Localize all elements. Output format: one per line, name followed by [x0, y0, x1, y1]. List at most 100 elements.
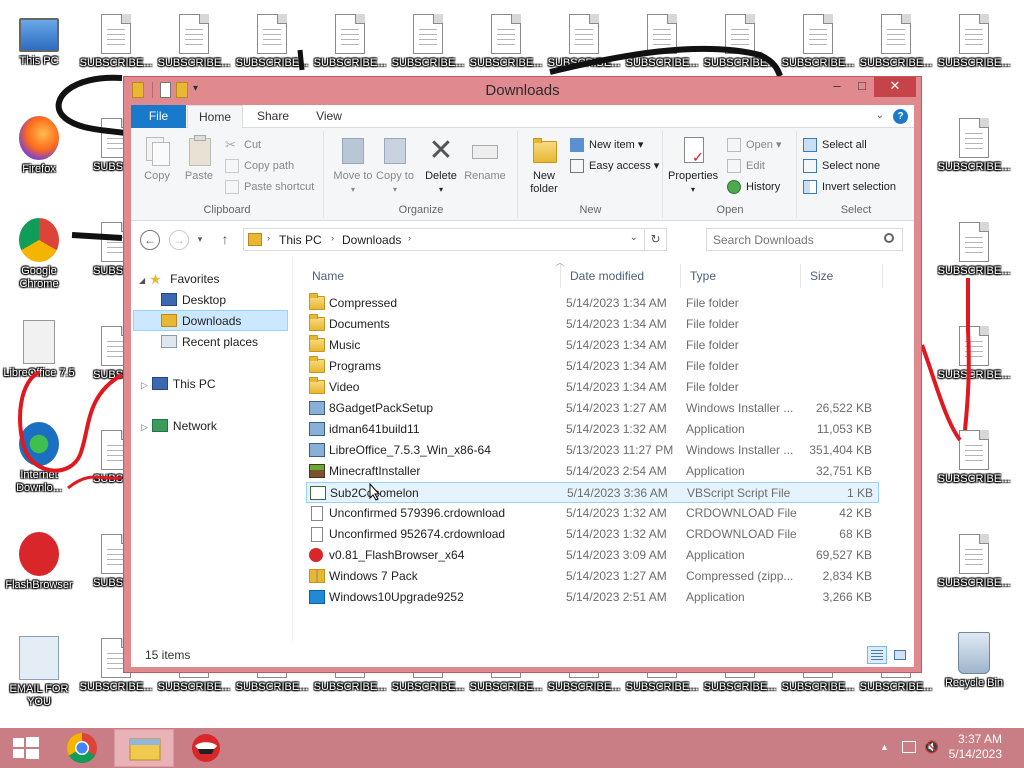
- subscribe-shortcut[interactable]: SUBSCRIBE...: [937, 428, 1011, 486]
- new-folder-button[interactable]: New folder: [523, 135, 565, 196]
- nav-downloads[interactable]: Downloads: [133, 310, 288, 331]
- nav-network[interactable]: ▷ Network: [141, 416, 217, 437]
- subscribe-shortcut[interactable]: SUBSCRIBE...: [313, 12, 387, 70]
- nav-recent-places[interactable]: Recent places: [161, 332, 258, 353]
- recent-locations-dropdown-icon[interactable]: ▾: [193, 230, 207, 250]
- subscribe-shortcut[interactable]: SUBSCRIBE...: [157, 12, 231, 70]
- tab-share[interactable]: Share: [245, 105, 301, 128]
- properties-button[interactable]: ✓ Properties ▾: [668, 135, 718, 196]
- volume-muted-icon[interactable]: 🔇: [924, 740, 939, 754]
- forward-arrow-icon[interactable]: →: [169, 230, 189, 250]
- open-button[interactable]: Open ▾: [726, 135, 782, 155]
- nav-this-pc[interactable]: ▷ This PC: [141, 374, 216, 395]
- help-icon[interactable]: ?: [893, 109, 908, 124]
- large-icons-view-button[interactable]: [890, 646, 910, 664]
- paste-shortcut-button[interactable]: Paste shortcut: [224, 177, 314, 197]
- subscribe-shortcut[interactable]: SUBSCRIBE...: [391, 12, 465, 70]
- desktop-icon-item[interactable]: Firefox: [2, 116, 76, 176]
- file-row[interactable]: Sub2Cocomelon 5/14/2023 3:36 AM VBScript S…: [306, 482, 879, 503]
- cut-button[interactable]: ✂ Cut: [224, 135, 261, 155]
- file-row[interactable]: Documents 5/14/2023 1:34 AM File folder: [306, 314, 879, 335]
- search-input[interactable]: [706, 228, 903, 251]
- desktop-icon-item[interactable]: LibreOffice 7.5: [2, 320, 76, 380]
- file-row[interactable]: idman641build11 5/14/2023 1:32 AM Applicat…: [306, 419, 879, 440]
- taskbar-chrome[interactable]: [52, 729, 112, 767]
- file-row[interactable]: Video 5/14/2023 1:34 AM File folder: [306, 377, 879, 398]
- start-button[interactable]: [0, 729, 52, 767]
- subscribe-shortcut[interactable]: SUBSCRIBE...: [937, 116, 1011, 174]
- tab-view[interactable]: View: [301, 105, 357, 128]
- easy-access-button[interactable]: Easy access ▾: [569, 156, 659, 176]
- file-row[interactable]: v0.81_FlashBrowser_x64 5/14/2023 3:09 AM A…: [306, 545, 879, 566]
- file-row[interactable]: Windows10Upgrade9252 5/14/2023 2:51 AM App…: [306, 587, 879, 608]
- invert-selection-button[interactable]: Invert selection: [802, 177, 896, 197]
- action-center-icon[interactable]: [902, 741, 916, 753]
- breadcrumb-this-pc[interactable]: This PC: [279, 233, 322, 247]
- subscribe-shortcut[interactable]: SUBSCRIBE...: [937, 324, 1011, 382]
- new-item-button[interactable]: New item ▾: [569, 135, 643, 155]
- clock[interactable]: 3:37 AM 5/14/2023: [949, 732, 1002, 762]
- nav-desktop[interactable]: Desktop: [161, 290, 226, 311]
- address-dropdown-icon[interactable]: ⌄: [630, 232, 638, 243]
- refresh-icon[interactable]: ↻: [644, 229, 666, 250]
- subscribe-shortcut[interactable]: SUBSCRIBE...: [937, 220, 1011, 278]
- subscribe-shortcut[interactable]: SUBSCRIBE...: [625, 12, 699, 70]
- desktop-icon-item[interactable]: EMAIL FOR YOU: [2, 636, 76, 709]
- subscribe-shortcut[interactable]: SUBSCRIBE...: [235, 12, 309, 70]
- file-row[interactable]: Compressed 5/14/2023 1:34 AM File folder: [306, 293, 879, 314]
- file-row[interactable]: Unconfirmed 952674.crdownload 5/14/2023 1…: [306, 524, 879, 545]
- copy-path-button[interactable]: Copy path: [224, 156, 294, 176]
- subscribe-shortcut[interactable]: SUBSCRIBE...: [469, 12, 543, 70]
- nav-favorites[interactable]: ◢ ★ Favorites: [139, 269, 220, 290]
- edit-button[interactable]: Edit: [726, 156, 765, 176]
- desktop-icon-item[interactable]: FlashBrowser: [2, 532, 76, 592]
- select-all-button[interactable]: Select all: [802, 135, 867, 155]
- tab-file[interactable]: File: [131, 105, 186, 128]
- subscribe-shortcut[interactable]: SUBSCRIBE...: [859, 12, 933, 70]
- delete-button[interactable]: ✕ Delete ▾: [420, 135, 462, 196]
- copy-to-button[interactable]: Copy to ▾: [374, 135, 416, 196]
- file-row[interactable]: Unconfirmed 579396.crdownload 5/14/2023 1…: [306, 503, 879, 524]
- subscribe-shortcut[interactable]: SUBSCRIBE...: [547, 12, 621, 70]
- breadcrumb-downloads[interactable]: Downloads: [342, 233, 401, 247]
- ribbon-expand-icon[interactable]: ⌄: [876, 110, 884, 121]
- expanded-triangle-icon[interactable]: ◢: [139, 276, 145, 285]
- desktop-icon-item[interactable]: Internet Downlo...: [2, 422, 76, 495]
- subscribe-shortcut[interactable]: SUBSCRIBE...: [781, 12, 855, 70]
- subscribe-shortcut[interactable]: SUBSCRIBE...: [79, 12, 153, 70]
- column-header-date[interactable]: Date modified: [564, 264, 681, 288]
- taskbar-flashbrowser[interactable]: [176, 729, 236, 767]
- tab-home[interactable]: Home: [187, 105, 243, 129]
- details-view-button[interactable]: [867, 646, 887, 664]
- desktop-icon-item[interactable]: Google Chrome: [2, 218, 76, 291]
- move-to-button[interactable]: Move to ▾: [332, 135, 374, 196]
- desktop-icon-item[interactable]: This PC: [2, 12, 76, 68]
- subscribe-shortcut[interactable]: SUBSCRIBE...: [703, 12, 777, 70]
- collapsed-triangle-icon[interactable]: ▷: [141, 380, 148, 390]
- search-icon[interactable]: [884, 233, 894, 243]
- title-bar[interactable]: ▾ Downloads – □ ✕: [124, 77, 921, 103]
- file-row[interactable]: LibreOffice_7.5.3_Win_x86-64 5/13/2023 11…: [306, 440, 879, 461]
- copy-button[interactable]: Copy: [136, 135, 178, 183]
- history-button[interactable]: History: [726, 177, 780, 197]
- file-row[interactable]: MinecraftInstaller 5/14/2023 2:54 AM Appli…: [306, 461, 879, 482]
- show-hidden-icons-icon[interactable]: ▲: [880, 742, 889, 752]
- collapsed-triangle-icon[interactable]: ▷: [141, 422, 148, 432]
- recycle-bin[interactable]: Recycle Bin: [937, 632, 1011, 690]
- rename-button[interactable]: Rename: [464, 135, 506, 183]
- file-row[interactable]: Programs 5/14/2023 1:34 AM File folder: [306, 356, 879, 377]
- taskbar-file-explorer[interactable]: [114, 729, 174, 767]
- file-row[interactable]: Music 5/14/2023 1:34 AM File folder: [306, 335, 879, 356]
- column-header-name[interactable]: Name: [306, 264, 561, 288]
- file-row[interactable]: 8GadgetPackSetup 5/14/2023 1:27 AM Windows…: [306, 398, 879, 419]
- address-bar[interactable]: › This PC › Downloads › ⌄ ↻: [243, 228, 667, 251]
- back-arrow-icon[interactable]: ←: [140, 230, 160, 250]
- maximize-button[interactable]: □: [850, 77, 874, 97]
- subscribe-shortcut[interactable]: SUBSCRIBE...: [937, 12, 1011, 70]
- minimize-button[interactable]: –: [824, 77, 850, 97]
- column-header-size[interactable]: Size: [804, 264, 883, 288]
- column-header-type[interactable]: Type: [684, 264, 801, 288]
- select-none-button[interactable]: Select none: [802, 156, 880, 176]
- close-button[interactable]: ✕: [874, 77, 916, 97]
- subscribe-shortcut[interactable]: SUBSCRIBE...: [937, 532, 1011, 590]
